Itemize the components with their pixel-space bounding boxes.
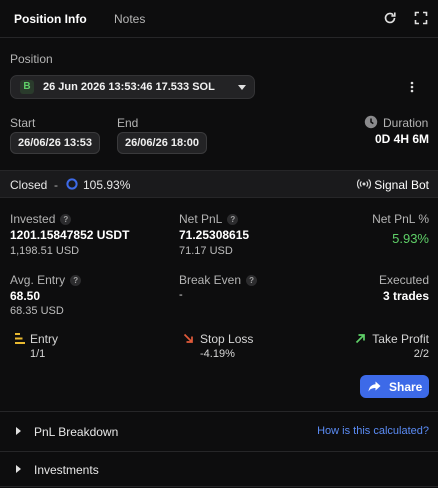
take-profit-label: Take Profit (372, 332, 429, 346)
more-vertical-icon[interactable] (407, 80, 417, 94)
chevron-down-icon (238, 85, 246, 90)
net-pnl-usd: 71.17 USD (179, 245, 233, 257)
avg-entry-value: 68.50 (10, 289, 41, 303)
share-label: Share (389, 380, 423, 394)
avg-entry-usd: 68.35 USD (10, 305, 64, 317)
help-icon[interactable]: ? (60, 214, 72, 225)
divider (0, 486, 438, 487)
avg-entry-label-wrap: Avg. Entry? (10, 273, 82, 287)
start-label: Start (10, 116, 36, 130)
clock-icon (364, 115, 378, 129)
net-pnl-label-wrap: Net PnL? (179, 212, 239, 226)
status-progress: 105.93% (83, 178, 131, 192)
break-even-label: Break Even (179, 273, 242, 287)
help-icon[interactable]: ? (70, 275, 82, 286)
tabs-bar: Position Info Notes (0, 0, 438, 38)
break-even-label-wrap: Break Even? (179, 273, 258, 287)
stop-loss-label: Stop Loss (200, 332, 254, 346)
invested-usd: 1,198.51 USD (10, 245, 80, 257)
break-even-value: - (179, 289, 183, 301)
entry-value: 1/1 (30, 348, 46, 360)
executed-value: 3 trades (382, 289, 429, 303)
investments-label: Investments (34, 463, 99, 477)
invested-label-wrap: Invested? (10, 212, 72, 226)
net-pnl-pct-label: Net PnL % (372, 212, 429, 226)
progress-ring-icon (66, 178, 78, 190)
status-separator: - (54, 178, 58, 192)
executed-label: Executed (378, 273, 429, 287)
how-calculated-link[interactable]: How is this calculated? (317, 425, 429, 437)
position-label: Position (10, 52, 53, 66)
arrow-down-right-icon (183, 333, 193, 343)
refresh-icon[interactable] (383, 11, 397, 25)
end-label: End (117, 116, 139, 130)
buy-badge: B (20, 80, 34, 94)
stop-loss-value: -4.19% (200, 348, 235, 360)
help-icon[interactable]: ? (227, 214, 239, 225)
signal-icon (357, 179, 371, 189)
fullscreen-icon[interactable] (414, 11, 428, 25)
tab-notes[interactable]: Notes (114, 12, 145, 26)
net-pnl-label: Net PnL (179, 212, 223, 226)
start-value: 26/06/26 13:53 (10, 132, 101, 154)
position-dropdown[interactable]: B 26 Jun 2026 13:53:46 17.533 SOL (10, 75, 255, 99)
arrow-up-right-icon (355, 334, 365, 344)
signal-bot-label: Signal Bot (374, 178, 429, 192)
share-button[interactable]: Share (360, 375, 429, 398)
avg-entry-label: Avg. Entry (10, 273, 66, 287)
net-pnl-pct-value: 5.93% (392, 231, 429, 246)
end-value: 26/06/26 18:00 (117, 132, 208, 154)
duration-value: 0D 4H 6M (374, 132, 429, 146)
pnl-breakdown-label: PnL Breakdown (34, 425, 119, 439)
invested-label: Invested (10, 212, 56, 226)
entry-label: Entry (30, 332, 59, 346)
pnl-breakdown-expander[interactable]: PnL Breakdown How is this calculated? (0, 412, 438, 448)
investments-expander[interactable]: Investments (0, 452, 438, 488)
status-closed: Closed (10, 178, 48, 192)
chevron-right-icon (16, 465, 21, 473)
status-bar: Closed - 105.93% Signal Bot (0, 170, 438, 198)
net-pnl-value: 71.25308615 (179, 228, 250, 242)
help-icon[interactable]: ? (246, 275, 258, 286)
tab-position-info[interactable]: Position Info (14, 12, 87, 26)
share-icon (368, 381, 381, 392)
invested-value: 1201.15847852 USDT (10, 228, 130, 242)
position-selected: 26 Jun 2026 13:53:46 17.533 SOL (43, 81, 215, 93)
chevron-right-icon (16, 427, 21, 435)
take-profit-value: 2/2 (413, 348, 429, 360)
duration-label: Duration (383, 116, 429, 130)
entry-icon (15, 333, 25, 344)
